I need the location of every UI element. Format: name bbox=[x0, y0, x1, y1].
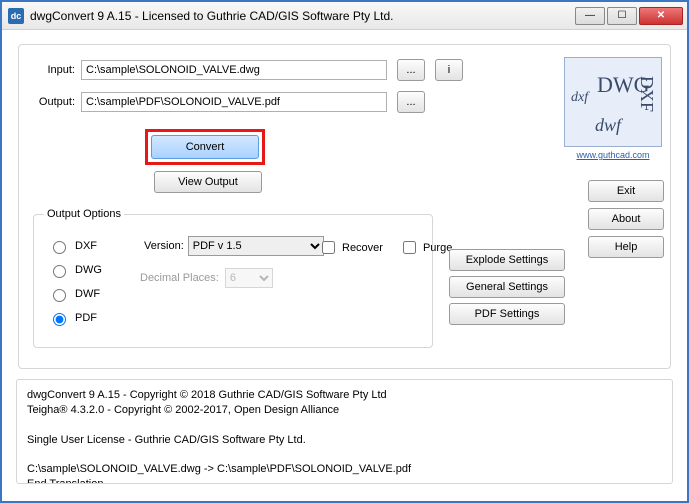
view-output-button[interactable]: View Output bbox=[154, 171, 262, 193]
output-label: Output: bbox=[33, 96, 75, 108]
version-select[interactable]: PDF v 1.5 bbox=[188, 236, 324, 256]
input-path-field[interactable] bbox=[81, 60, 387, 80]
output-options-legend: Output Options bbox=[44, 208, 124, 220]
log-output: dwgConvert 9 A.15 - Copyright © 2018 Gut… bbox=[16, 379, 673, 484]
format-logo: DWG dxf DXF dwf bbox=[564, 57, 662, 147]
title-bar: dc dwgConvert 9 A.15 - Licensed to Guthr… bbox=[2, 2, 687, 30]
window-title: dwgConvert 9 A.15 - Licensed to Guthrie … bbox=[30, 9, 575, 23]
exit-button[interactable]: Exit bbox=[588, 180, 664, 202]
about-button[interactable]: About bbox=[588, 208, 664, 230]
app-icon: dc bbox=[8, 8, 24, 24]
pdf-settings-button[interactable]: PDF Settings bbox=[449, 303, 565, 325]
radio-dwf-label: DWF bbox=[75, 288, 100, 300]
help-button[interactable]: Help bbox=[588, 236, 664, 258]
input-browse-button[interactable]: ... bbox=[397, 59, 425, 81]
input-label: Input: bbox=[33, 64, 75, 76]
recover-label: Recover bbox=[342, 242, 383, 254]
decimal-places-label: Decimal Places: bbox=[140, 272, 219, 284]
logo-dwf: dwf bbox=[595, 115, 621, 136]
main-panel: Input: ... i Output: ... Convert View Ou… bbox=[18, 44, 671, 369]
logo-dxf-caps: DXF bbox=[636, 76, 657, 112]
minimize-button[interactable]: — bbox=[575, 7, 605, 25]
output-path-field[interactable] bbox=[81, 92, 387, 112]
recover-checkbox[interactable]: Recover bbox=[318, 238, 383, 257]
input-info-button[interactable]: i bbox=[435, 59, 463, 81]
version-label: Version: bbox=[144, 240, 184, 252]
radio-dwf[interactable]: DWF bbox=[48, 286, 102, 302]
radio-dwg-label: DWG bbox=[75, 264, 102, 276]
purge-checkbox[interactable]: Purge bbox=[399, 238, 452, 257]
output-options-group: Output Options DXF DWG DWF PDF Version: … bbox=[33, 208, 433, 348]
radio-dwg[interactable]: DWG bbox=[48, 262, 102, 278]
logo-dxf-small: dxf bbox=[571, 90, 588, 106]
output-browse-button[interactable]: ... bbox=[397, 91, 425, 113]
convert-button[interactable]: Convert bbox=[151, 135, 259, 159]
radio-pdf-label: PDF bbox=[75, 312, 97, 324]
general-settings-button[interactable]: General Settings bbox=[449, 276, 565, 298]
decimal-places-select: 6 bbox=[225, 268, 273, 288]
maximize-button[interactable]: ☐ bbox=[607, 7, 637, 25]
radio-dxf[interactable]: DXF bbox=[48, 238, 102, 254]
close-button[interactable]: ✕ bbox=[639, 7, 683, 25]
explode-settings-button[interactable]: Explode Settings bbox=[449, 249, 565, 271]
purge-label: Purge bbox=[423, 242, 452, 254]
convert-highlight: Convert bbox=[145, 129, 265, 165]
vendor-link[interactable]: www.guthcad.com bbox=[576, 150, 649, 160]
radio-dxf-label: DXF bbox=[75, 240, 97, 252]
radio-pdf[interactable]: PDF bbox=[48, 310, 102, 326]
